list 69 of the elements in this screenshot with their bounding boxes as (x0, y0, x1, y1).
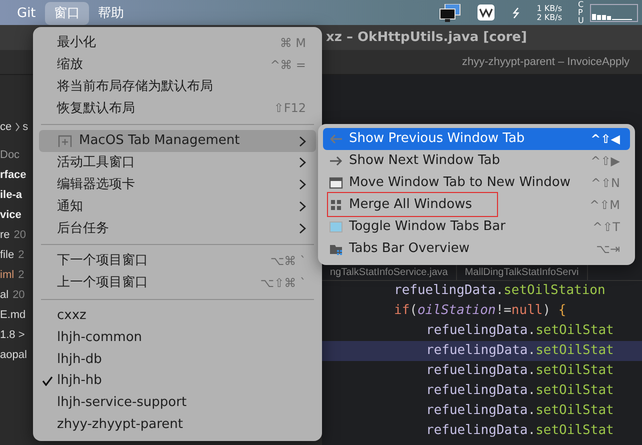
cpu-meter-icon (590, 4, 638, 22)
file-tree-item[interactable]: 1.8 > (0, 329, 25, 341)
file-tree-item[interactable]: rface (0, 169, 26, 181)
breadcrumb-item[interactable]: s (22, 118, 28, 136)
tabs-bar-icon (329, 221, 343, 233)
menu-item[interactable]: 后台任务 (39, 217, 316, 240)
upload-speed: 1 KB/s (536, 4, 562, 12)
code-line: refuelingData.setOilStat (425, 322, 615, 340)
menu-item[interactable]: Show Next Window Tab ^⇧▶ (323, 150, 630, 172)
breadcrumb-item[interactable]: ce (0, 118, 12, 136)
cpu-label: CPU (578, 0, 585, 24)
file-tree-item[interactable]: ile-a (0, 189, 22, 201)
checkmark-icon (42, 376, 53, 386)
file-date: 2 (18, 269, 24, 281)
menu-item[interactable]: 上一个项目窗口 ⌥⇧⌘ ` (39, 272, 316, 294)
download-speed: 2 KB/s (536, 12, 562, 22)
project-tab[interactable]: zhyy-zhyypt-parent – InvoiceApply (462, 56, 630, 68)
chevron-right-icon (299, 200, 306, 212)
code-line: refuelingData.setOilStat (425, 382, 615, 400)
file-tree-item[interactable]: aopal (0, 349, 27, 361)
file-tree-item[interactable]: al (0, 289, 9, 301)
code-line: refuelingData.setOilStat (425, 402, 615, 420)
sync-icon (510, 6, 521, 18)
app-icon (476, 4, 495, 21)
menu-item[interactable]: 恢复默认布局 ⇧F12 (39, 97, 316, 120)
menu-bar-item[interactable]: 帮助 (88, 2, 133, 24)
chevron-right-icon (299, 179, 306, 190)
folder-icon (329, 243, 343, 255)
chevron-right-icon (14, 122, 20, 132)
file-tree-item[interactable]: iml (0, 269, 14, 281)
file-date: 2 (18, 249, 24, 261)
file-tree-item[interactable]: E.md (0, 309, 26, 321)
window-icon (329, 177, 343, 189)
menu-item[interactable]: lhjh-hb (39, 370, 316, 392)
menu-item[interactable]: zhyy-zhyypt-parent (39, 414, 316, 436)
menu-item[interactable]: Tabs Bar Overview ⌥⇥ (323, 238, 630, 260)
menu-item[interactable]: lhjh-common (39, 326, 316, 348)
menu-item[interactable]: lhjh-service-support (39, 392, 316, 414)
chevron-right-icon (299, 136, 306, 147)
plugin-icon (57, 134, 73, 148)
file-date: 20 (14, 229, 26, 241)
code-line: if(oilStation!=null) { (393, 302, 568, 320)
file-tree-item[interactable]: re (0, 229, 10, 241)
menu-item[interactable]: cxxz (39, 304, 316, 327)
menu-item[interactable]: Toggle Window Tabs Bar ^⇧T (323, 216, 630, 238)
file-tree-item[interactable]: file (0, 249, 14, 261)
menu-item[interactable]: 缩放 ^⌘ = (39, 54, 316, 76)
file-tree-item[interactable]: vice (0, 209, 22, 221)
display-icon (438, 4, 461, 22)
menu-item[interactable]: 编辑器选项卡 (39, 174, 316, 196)
menu-item[interactable]: MacOS Tab Management (39, 130, 316, 152)
code-line: refuelingData.setOilStat (425, 362, 615, 380)
menu-item[interactable]: lhjh-db (39, 348, 316, 370)
menu-item[interactable]: 活动工具窗口 (39, 152, 316, 174)
menu-item[interactable]: Merge All Windows ^⇧M (323, 194, 630, 216)
code-line: refuelingData.setOilStat (425, 422, 615, 440)
arrow-left-icon (329, 133, 343, 145)
menu-item[interactable]: 通知 (39, 196, 316, 218)
file-tree-item[interactable]: Doc (0, 149, 20, 161)
arrow-right-icon (329, 155, 343, 167)
file-date: 20 (12, 289, 25, 301)
menu-item[interactable]: 下一个项目窗口 ⌥⌘ ` (39, 250, 316, 272)
chevron-right-icon (299, 157, 306, 168)
code-line: refuelingData.setOilStation (393, 282, 606, 300)
menu-item[interactable]: Move Window Tab to New Window ^⇧N (323, 172, 630, 194)
menu-item[interactable]: Show Previous Window Tab ^⇧◀ (323, 128, 630, 150)
chevron-right-icon (299, 222, 306, 234)
grid-icon (329, 199, 343, 211)
menu-item[interactable]: 将当前布局存储为默认布局 (39, 76, 316, 98)
